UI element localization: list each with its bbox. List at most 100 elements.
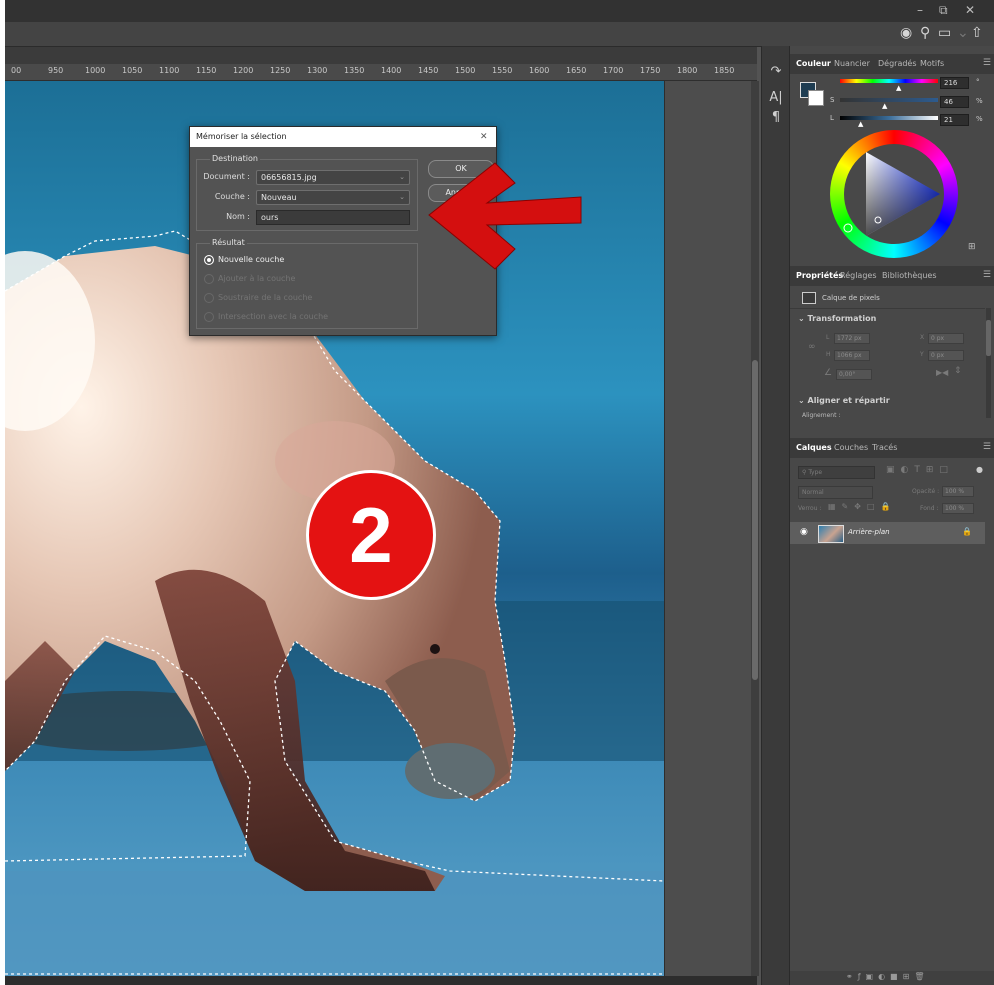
flip-vertical-icon[interactable]: ⇕: [954, 366, 962, 376]
background-swatch[interactable]: [808, 90, 824, 106]
destination-label: Destination: [210, 154, 260, 163]
tab-motifs[interactable]: Motifs: [920, 59, 944, 68]
link-icon[interactable]: ∞: [808, 342, 816, 352]
title-bar: – ⧉ ✕: [5, 0, 994, 22]
layer-action-icons[interactable]: ⚭ƒ▣◐■⊞🗑: [846, 972, 929, 981]
blend-mode-select[interactable]: Normal: [798, 486, 873, 499]
document-select[interactable]: 06656815.jpg ⌄: [256, 170, 410, 185]
paragraph-icon[interactable]: ¶: [762, 110, 790, 125]
align-section-title[interactable]: ⌄ Aligner et répartir: [798, 396, 890, 405]
pixel-layer-icon: [802, 292, 816, 304]
hue-value[interactable]: 216: [940, 77, 969, 89]
transform-section-title[interactable]: ⌄ Transformation: [798, 314, 876, 323]
angle-icon: ∠: [824, 368, 833, 378]
saturation-value[interactable]: 46: [940, 96, 969, 108]
layer-lock-icon[interactable]: 🔒: [962, 527, 972, 536]
layer-name[interactable]: Arrière-plan: [848, 528, 890, 536]
name-input[interactable]: ours: [256, 210, 410, 225]
layer-filter-search[interactable]: ⚲ Type: [798, 466, 875, 479]
height-field[interactable]: 1066 px: [834, 350, 870, 361]
width-field[interactable]: 1772 px: [834, 333, 870, 344]
tab-degrades[interactable]: Dégradés: [878, 59, 917, 68]
lock-icons[interactable]: ▦✎✥□🔒: [828, 502, 896, 511]
panel-menu-icon[interactable]: ☰: [983, 442, 991, 452]
option-add-channel[interactable]: Ajouter à la couche: [218, 274, 295, 283]
option-subtract-channel[interactable]: Soustraire de la couche: [218, 293, 312, 302]
saturation-slider[interactable]: [840, 98, 938, 102]
dialog-title-bar: Mémoriser la sélection ✕: [190, 127, 496, 147]
close-window-button[interactable]: ✕: [965, 3, 975, 17]
x-field[interactable]: 0 px: [928, 333, 964, 344]
hue-slider-thumb[interactable]: ▲: [896, 84, 901, 92]
tab-couleur[interactable]: Couleur: [796, 59, 831, 68]
ruler-tick: 1250: [270, 66, 291, 75]
ruler-tick: 1400: [381, 66, 402, 75]
tab-couches[interactable]: Couches: [834, 443, 868, 452]
layers-footer: ⚭ƒ▣◐■⊞🗑: [790, 971, 994, 985]
history-icon[interactable]: ↷: [762, 64, 790, 79]
ruler-tick: 1200: [233, 66, 254, 75]
layer-filter-icons[interactable]: ▣◐T⊞□: [886, 465, 954, 475]
ruler-tick: 1450: [418, 66, 439, 75]
radio-new-channel[interactable]: [204, 255, 214, 265]
filter-toggle-icon[interactable]: ●: [976, 465, 983, 474]
color-wheel[interactable]: [830, 130, 958, 258]
properties-scrollbar[interactable]: [986, 308, 991, 418]
angle-field[interactable]: 0,00°: [836, 369, 872, 380]
ruler-tick: 1350: [344, 66, 365, 75]
option-intersect-channel[interactable]: Intersection avec la couche: [218, 312, 328, 321]
tab-calques[interactable]: Calques: [796, 443, 832, 452]
result-label: Résultat: [210, 238, 247, 247]
document-tab-strip: [5, 47, 757, 64]
add-to-swatches-icon[interactable]: ⊞: [968, 242, 976, 252]
right-panel-dock: Couleur Nuancier Dégradés Motifs ☰ ▲ 216…: [789, 46, 994, 985]
radio-intersect-channel[interactable]: [204, 312, 214, 322]
ruler-tick: 1700: [603, 66, 624, 75]
minimize-button[interactable]: –: [917, 3, 923, 17]
cloud-user-icon[interactable]: ◉: [900, 25, 912, 41]
name-label: Nom :: [226, 212, 250, 221]
fill-field[interactable]: 100 %: [942, 503, 974, 514]
tab-traces[interactable]: Tracés: [872, 443, 897, 452]
tab-bibliotheques[interactable]: Bibliothèques: [882, 271, 937, 280]
hue-slider[interactable]: [840, 79, 938, 83]
height-label: H: [826, 351, 831, 358]
radio-add-channel[interactable]: [204, 274, 214, 284]
lightness-value[interactable]: 21: [940, 114, 969, 126]
tab-nuancier[interactable]: Nuancier: [834, 59, 870, 68]
y-field[interactable]: 0 px: [928, 350, 964, 361]
hue-unit: °: [976, 78, 980, 86]
dialog-close-icon[interactable]: ✕: [480, 127, 488, 147]
dialog-title: Mémoriser la sélection: [196, 132, 287, 141]
restore-button[interactable]: ⧉: [939, 3, 948, 18]
color-triangle[interactable]: [830, 130, 958, 258]
chevron-down-icon[interactable]: ⌄: [957, 25, 969, 41]
channel-select[interactable]: Nouveau ⌄: [256, 190, 410, 205]
tab-proprietes[interactable]: Propriétés: [796, 271, 843, 280]
ruler-tick: 1550: [492, 66, 513, 75]
ruler-tick: 950: [48, 66, 64, 75]
eye-icon[interactable]: ◉: [800, 527, 808, 537]
option-new-channel[interactable]: Nouvelle couche: [218, 255, 284, 264]
panel-menu-icon[interactable]: ☰: [983, 58, 991, 68]
panel-menu-icon[interactable]: ☰: [983, 270, 991, 280]
lightness-label: L: [830, 114, 834, 122]
flip-horizontal-icon[interactable]: ▶◀: [936, 368, 948, 377]
ruler-tick: 1600: [529, 66, 550, 75]
character-icon[interactable]: A|: [762, 90, 790, 105]
saturation-slider-thumb[interactable]: ▲: [882, 102, 887, 110]
lightness-slider-thumb[interactable]: ▲: [858, 120, 863, 128]
search-icon[interactable]: ⚲: [920, 25, 930, 41]
layer-row[interactable]: ◉ Arrière-plan 🔒: [790, 522, 985, 544]
y-label: Y: [920, 351, 924, 358]
lightness-slider[interactable]: [840, 116, 938, 120]
document-label: Document :: [203, 172, 250, 181]
workspace-icon[interactable]: ▭: [938, 25, 951, 41]
share-icon[interactable]: ⇧: [971, 25, 983, 41]
scrollbar-thumb[interactable]: [752, 360, 758, 680]
opacity-field[interactable]: 100 %: [942, 486, 974, 497]
radio-subtract-channel[interactable]: [204, 293, 214, 303]
properties-panel-tabs: Propriétés Réglages Bibliothèques ☰: [790, 266, 994, 286]
tab-reglages[interactable]: Réglages: [840, 271, 877, 280]
ruler-tick: 1100: [159, 66, 180, 75]
